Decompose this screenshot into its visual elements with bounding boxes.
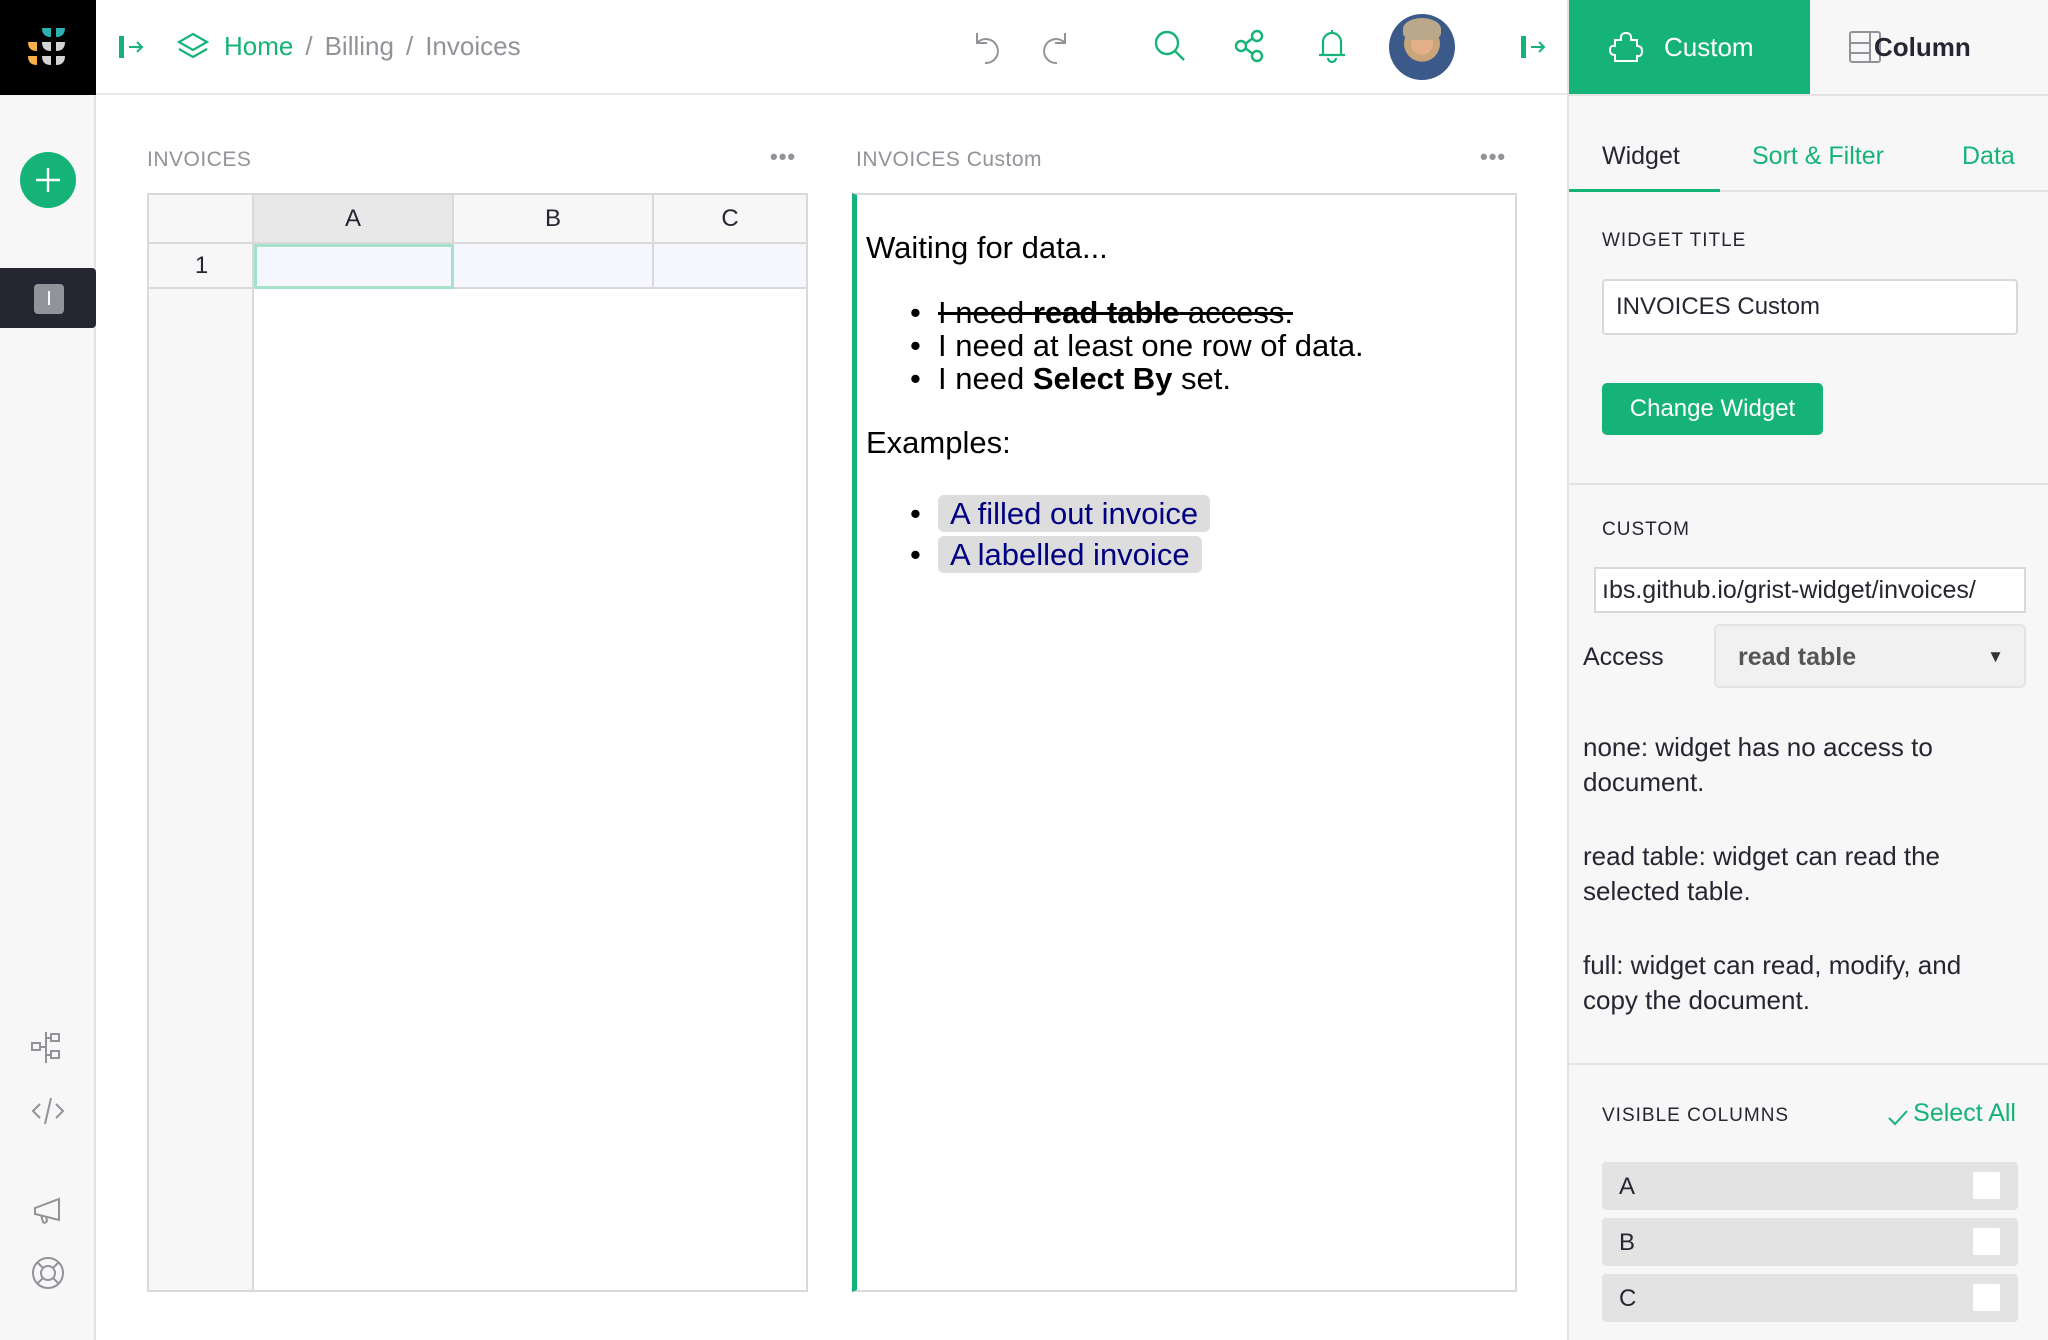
requirement-text: access. [1179, 295, 1293, 330]
requirements-list: I need read table access. I need at leas… [910, 295, 1364, 396]
redo-icon[interactable] [1034, 28, 1074, 68]
breadcrumb-separator: / [305, 30, 313, 61]
more-dots-icon[interactable]: ••• [1480, 144, 1506, 170]
grist-logo[interactable] [0, 0, 96, 95]
right-panel: Custom Column Widget Sort & Filter Data … [1567, 0, 2048, 1340]
visible-column-row[interactable]: A [1602, 1162, 2018, 1210]
undo-icon[interactable] [968, 28, 1008, 68]
logo-leaves-icon [28, 28, 65, 65]
column-header-b[interactable]: B [454, 195, 654, 244]
widget-url-input[interactable]: ıbs.github.io/grist-widget/invoices/ [1594, 567, 2026, 613]
row-number-column [149, 195, 254, 1290]
divider [1569, 1063, 2048, 1065]
active-subtab-indicator [1569, 189, 1720, 192]
requirement-item: I need at least one row of data. [910, 328, 1364, 363]
example-item: A filled out invoice [910, 493, 1211, 534]
page-initial: I [34, 284, 64, 314]
requirement-text: set. [1172, 361, 1231, 396]
code-view-icon[interactable] [30, 1093, 66, 1129]
more-dots-icon[interactable]: ••• [770, 144, 796, 170]
access-description-read-table: read table: widget can read the selected… [1583, 841, 1941, 906]
visible-columns-label: VISIBLE COLUMNS [1602, 1105, 1790, 1126]
breadcrumb-separator: / [405, 30, 414, 61]
example-item: A labelled invoice [910, 534, 1210, 575]
tab-custom-label: Custom [1664, 32, 1754, 62]
requirement-bold: read table [1032, 295, 1180, 330]
visible-column-checkbox[interactable] [1971, 1282, 2002, 1313]
help-lifebuoy-icon[interactable] [30, 1255, 66, 1291]
requirement-text: I need [938, 361, 1033, 396]
visible-column-row[interactable]: C [1602, 1274, 2018, 1322]
waiting-message: Waiting for data... [866, 230, 1108, 265]
requirement-item: I need Select By set. [910, 361, 1364, 396]
grid-cell-b1[interactable] [454, 244, 654, 289]
breadcrumb-billing[interactable]: Billing [325, 31, 394, 62]
example-link-labelled-invoice[interactable]: A labelled invoice [938, 536, 1202, 573]
tab-column-label: Column [1874, 32, 1971, 62]
avatar-hair [1403, 18, 1441, 40]
bell-icon[interactable] [1312, 26, 1352, 66]
checkmark-icon [1888, 1109, 1908, 1125]
invoices-grid: A B C 1 [147, 193, 808, 1292]
visible-column-name: C [1619, 1285, 1637, 1312]
widget-title-input[interactable]: INVOICES Custom [1602, 279, 2018, 335]
widget-title-label: WIDGET TITLE [1602, 230, 1747, 251]
tab-custom[interactable]: Custom [1569, 0, 1810, 94]
section-title-invoices[interactable]: INVOICES [147, 148, 251, 172]
page-item-invoices[interactable]: I [0, 268, 96, 328]
user-avatar[interactable] [1389, 14, 1455, 80]
column-header-c[interactable]: C [654, 195, 806, 244]
access-label: Access [1583, 643, 1664, 671]
visible-column-name: A [1619, 1173, 1636, 1200]
custom-label: CUSTOM [1602, 519, 1690, 540]
examples-label: Examples: [866, 425, 1011, 460]
breadcrumb-home[interactable]: Home [224, 31, 293, 62]
top-bar: Home / Billing / Invoices [0, 0, 1567, 95]
access-description-none: none: widget has no access to document. [1583, 732, 1933, 797]
panel-expand-icon[interactable] [1518, 32, 1548, 62]
megaphone-icon[interactable] [30, 1193, 66, 1229]
divider [1569, 483, 2048, 485]
left-sidebar: I [0, 95, 96, 1340]
access-select-value: read table [1738, 643, 1857, 671]
subtab-sort-filter[interactable]: Sort & Filter [1752, 142, 1884, 171]
breadcrumb: Home / Billing / Invoices [176, 26, 521, 66]
subtab-widget[interactable]: Widget [1602, 142, 1680, 171]
section-title-invoices-custom[interactable]: INVOICES Custom [856, 148, 1042, 172]
tab-column[interactable]: Column [1810, 0, 2048, 94]
visible-column-checkbox[interactable] [1971, 1226, 2002, 1257]
requirement-item: I need read table access. [910, 295, 1364, 330]
examples-list: A filled out invoice A labelled invoice [910, 493, 1211, 575]
custom-widget-frame[interactable]: Waiting for data... I need read table ac… [852, 193, 1517, 1292]
visible-column-checkbox[interactable] [1971, 1170, 2002, 1201]
add-new-button[interactable] [20, 152, 76, 208]
plus-icon [36, 168, 60, 192]
select-all-button[interactable]: Select All [1887, 1099, 2016, 1128]
chevron-down-icon: ▼ [1987, 647, 2004, 666]
visible-column-name: B [1619, 1229, 1636, 1256]
access-select[interactable]: read table ▼ [1714, 624, 2026, 688]
example-link-filled-invoice[interactable]: A filled out invoice [938, 495, 1211, 532]
puzzle-icon [1609, 31, 1643, 62]
grid-cell-c1[interactable] [654, 244, 806, 289]
search-icon[interactable] [1150, 26, 1190, 66]
raw-data-icon[interactable] [30, 1030, 66, 1066]
grid-corner[interactable] [149, 195, 254, 244]
select-all-label: Select All [1913, 1099, 2016, 1127]
grid-cell-a1[interactable] [254, 244, 454, 289]
visible-column-row[interactable]: B [1602, 1218, 2018, 1266]
change-widget-button[interactable]: Change Widget [1602, 383, 1823, 435]
requirement-text: I need at least one row of data. [938, 328, 1364, 363]
divider [1569, 94, 2048, 96]
subtab-data[interactable]: Data [1962, 142, 2015, 171]
share-icon[interactable] [1230, 26, 1270, 66]
requirement-text: I need [938, 295, 1033, 330]
panel-expand-icon[interactable] [116, 32, 146, 62]
layers-icon [176, 29, 210, 63]
access-description-full: full: widget can read, modify, and copy … [1583, 950, 1962, 1015]
breadcrumb-invoices[interactable]: Invoices [425, 31, 520, 62]
requirement-bold: Select By [1032, 361, 1173, 396]
column-header-a[interactable]: A [254, 195, 454, 244]
row-number[interactable]: 1 [149, 244, 254, 289]
